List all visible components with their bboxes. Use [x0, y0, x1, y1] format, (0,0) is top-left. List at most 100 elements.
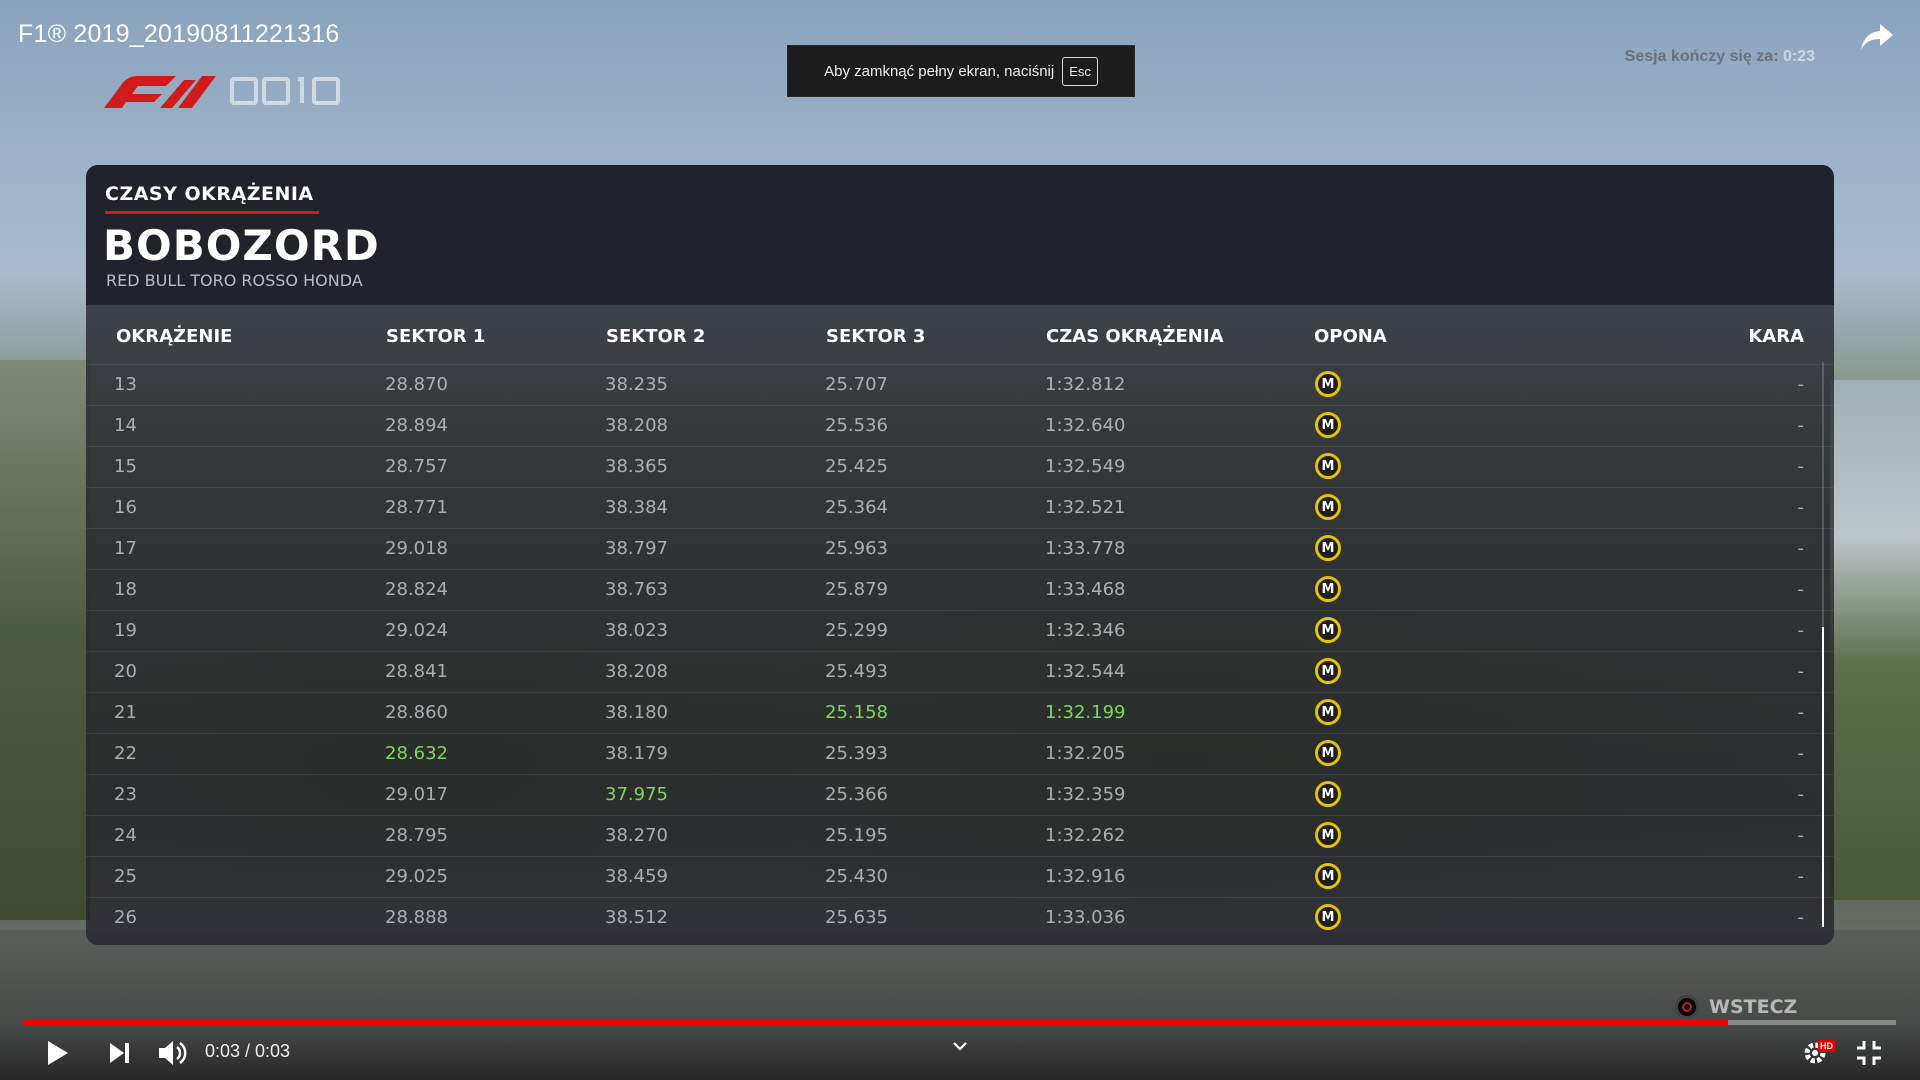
cell-lap: 25: [114, 866, 137, 887]
cell-lap: 15: [114, 456, 137, 477]
cell-lap: 16: [114, 497, 137, 518]
session-label: Sesja kończy się za:: [1624, 48, 1779, 65]
cell-sector1: 28.841: [385, 661, 448, 682]
share-icon[interactable]: [1860, 22, 1894, 52]
title-underline: [105, 211, 319, 214]
table-row: 23 29.017 37.975 25.366 1:32.359 M -: [86, 774, 1834, 815]
col-header-sector3: SEKTOR 3: [826, 326, 926, 347]
cell-sector3: 25.364: [825, 497, 888, 518]
table-row: 20 28.841 38.208 25.493 1:32.544 M -: [86, 651, 1834, 692]
cell-sector2: 38.023: [605, 620, 668, 641]
cell-penalty: -: [1797, 866, 1805, 887]
table-row: 19 29.024 38.023 25.299 1:32.346 M -: [86, 610, 1834, 651]
cell-lap: 24: [114, 825, 137, 846]
table-header: OKRĄŻENIE SEKTOR 1 SEKTOR 2 SEKTOR 3 CZA…: [86, 326, 1834, 362]
tyre-medium-icon: M: [1315, 371, 1341, 397]
cell-sector3: 25.195: [825, 825, 888, 846]
progress-bar[interactable]: [24, 1020, 1896, 1025]
cell-sector3: 25.536: [825, 415, 888, 436]
panel-header: CZASY OKRĄŻENIA BOBOZORD RED BULL TORO R…: [86, 165, 1834, 305]
cell-sector2: 38.384: [605, 497, 668, 518]
cell-lap-time: 1:32.262: [1045, 825, 1126, 846]
table-row: 13 28.870 38.235 25.707 1:32.812 M -: [86, 364, 1834, 405]
cell-lap: 14: [114, 415, 137, 436]
cell-lap-time: 1:32.916: [1045, 866, 1126, 887]
cell-lap: 21: [114, 702, 137, 723]
table-row: 15 28.757 38.365 25.425 1:32.549 M -: [86, 446, 1834, 487]
scrollbar-thumb[interactable]: [1822, 627, 1824, 927]
next-icon[interactable]: [108, 1042, 132, 1064]
col-header-tyre: OPONA: [1314, 326, 1387, 347]
cell-penalty: -: [1797, 825, 1805, 846]
cell-lap-time: 1:33.778: [1045, 538, 1126, 559]
cell-lap: 22: [114, 743, 137, 764]
cell-penalty: -: [1797, 497, 1805, 518]
tyre-medium-icon: M: [1315, 412, 1341, 438]
cell-sector1: 28.894: [385, 415, 448, 436]
cell-sector1: 28.888: [385, 907, 448, 928]
tyre-medium-icon: M: [1315, 576, 1341, 602]
cell-penalty: -: [1797, 743, 1805, 764]
session-time: 0:23: [1782, 48, 1815, 65]
cell-lap: 23: [114, 784, 137, 805]
cell-sector1: 28.795: [385, 825, 448, 846]
cell-sector1: 29.017: [385, 784, 448, 805]
volume-icon[interactable]: [157, 1039, 189, 1067]
table-scrollbar[interactable]: [1822, 362, 1824, 927]
back-label: WSTECZ: [1709, 996, 1798, 1018]
esc-key-hint: Esc: [1062, 56, 1098, 86]
table-row: 24 28.795 38.270 25.195 1:32.262 M -: [86, 815, 1834, 856]
exit-fullscreen-icon[interactable]: [1856, 1040, 1882, 1066]
cell-sector1: 29.024: [385, 620, 448, 641]
hd-badge: HD: [1818, 1040, 1835, 1052]
cell-lap: 17: [114, 538, 137, 559]
driver-name: BOBOZORD: [103, 221, 380, 270]
cell-sector3: 25.430: [825, 866, 888, 887]
back-prompt[interactable]: WSTECZ: [1675, 995, 1797, 1019]
cell-lap: 26: [114, 907, 137, 928]
cell-sector1: 28.824: [385, 579, 448, 600]
cell-penalty: -: [1797, 784, 1805, 805]
cell-lap-time: 1:32.549: [1045, 456, 1126, 477]
play-icon[interactable]: [46, 1040, 70, 1066]
cell-penalty: -: [1797, 415, 1805, 436]
time-display: 0:03 / 0:03: [205, 1041, 291, 1061]
tyre-medium-icon: M: [1315, 822, 1341, 848]
tyre-medium-icon: M: [1315, 699, 1341, 725]
cell-lap-time: 1:32.640: [1045, 415, 1126, 436]
cell-penalty: -: [1797, 702, 1805, 723]
cell-lap-time: 1:32.359: [1045, 784, 1126, 805]
cell-lap: 18: [114, 579, 137, 600]
cell-lap-time: 1:32.205: [1045, 743, 1126, 764]
cell-penalty: -: [1797, 620, 1805, 641]
panel-title: CZASY OKRĄŻENIA: [105, 183, 314, 205]
team-name: RED BULL TORO ROSSO HONDA: [106, 271, 363, 290]
cell-sector2: 38.459: [605, 866, 668, 887]
tyre-medium-icon: M: [1315, 904, 1341, 930]
cell-sector2: 38.365: [605, 456, 668, 477]
cell-sector2: 38.235: [605, 374, 668, 395]
table-row: 22 28.632 38.179 25.393 1:32.205 M -: [86, 733, 1834, 774]
cell-penalty: -: [1797, 538, 1805, 559]
cell-lap: 13: [114, 374, 137, 395]
cell-sector3: 25.299: [825, 620, 888, 641]
tyre-medium-icon: M: [1315, 494, 1341, 520]
cell-penalty: -: [1797, 456, 1805, 477]
table-row: 14 28.894 38.208 25.536 1:32.640 M -: [86, 405, 1834, 446]
progress-bar-played: [24, 1020, 1728, 1025]
cell-lap-time: 1:32.544: [1045, 661, 1126, 682]
cell-penalty: -: [1797, 579, 1805, 600]
table-row: 17 29.018 38.797 25.963 1:33.778 M -: [86, 528, 1834, 569]
lap-times-table: 13 28.870 38.235 25.707 1:32.812 M - 14 …: [86, 364, 1834, 938]
cell-sector3: 25.707: [825, 374, 888, 395]
chevron-down-icon[interactable]: [952, 1040, 968, 1052]
tyre-medium-icon: M: [1315, 658, 1341, 684]
cell-sector2: 38.763: [605, 579, 668, 600]
cell-penalty: -: [1797, 661, 1805, 682]
cell-lap-time: 1:32.346: [1045, 620, 1126, 641]
tyre-medium-icon: M: [1315, 535, 1341, 561]
cell-sector3: 25.425: [825, 456, 888, 477]
cell-sector1: 28.771: [385, 497, 448, 518]
cell-lap-time: 1:32.521: [1045, 497, 1126, 518]
table-row: 25 29.025 38.459 25.430 1:32.916 M -: [86, 856, 1834, 897]
